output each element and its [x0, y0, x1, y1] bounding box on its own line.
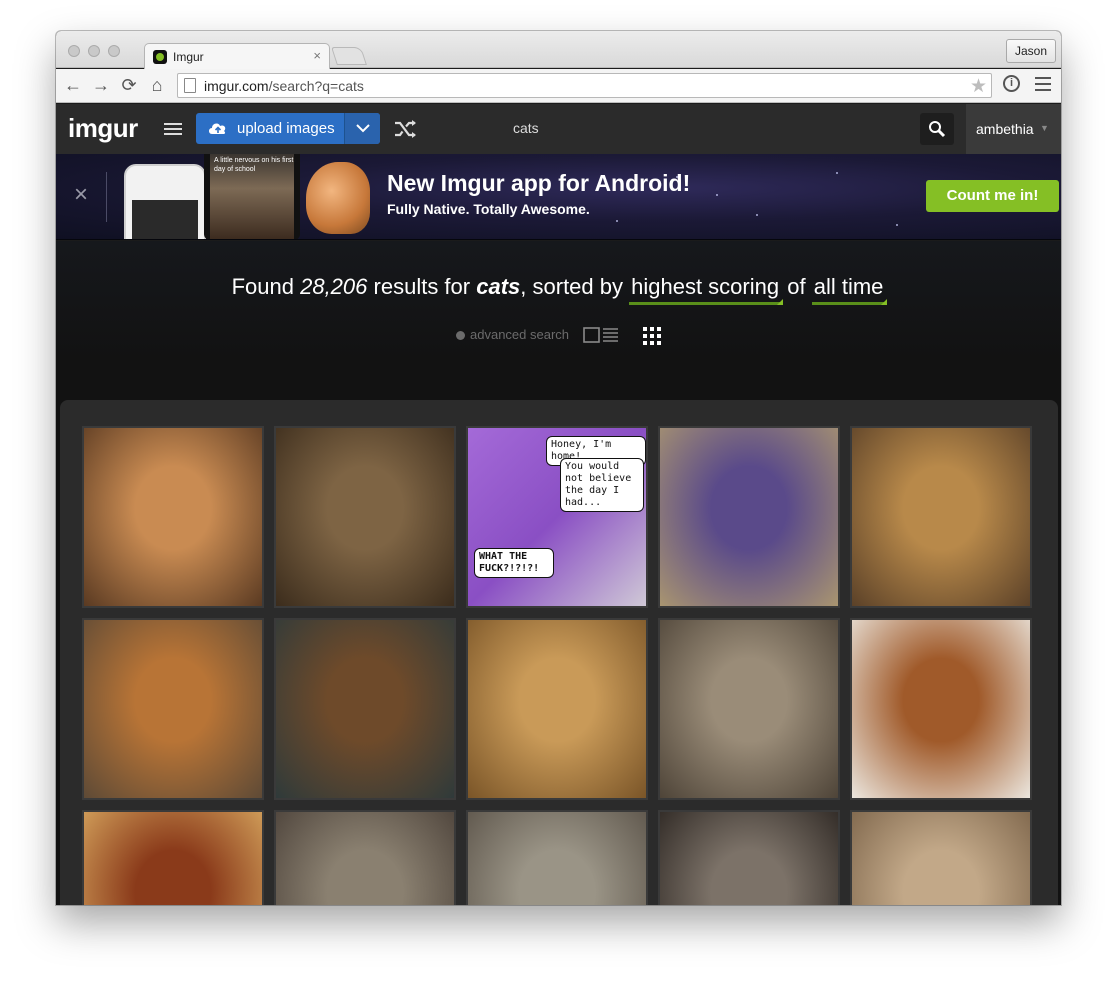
banner-subtitle: Fully Native. Totally Awesome.	[387, 201, 590, 217]
zoom-window-button[interactable]	[108, 45, 120, 57]
image-thumbnail[interactable]	[82, 618, 264, 800]
image-thumbnail[interactable]	[274, 426, 456, 608]
tab-title: Imgur	[173, 50, 204, 64]
thumbnail-image	[276, 428, 454, 606]
search-results: Found 28,206 results for cats, sorted by…	[56, 241, 1061, 905]
page-icon	[184, 78, 196, 93]
minimize-window-button[interactable]	[88, 45, 100, 57]
upload-dropdown-button[interactable]	[344, 113, 380, 144]
thumbnail-image	[276, 812, 454, 905]
comic-bubble: You would not believe the day I had...	[560, 458, 644, 512]
close-window-button[interactable]	[68, 45, 80, 57]
back-arrow-icon[interactable]: ←	[62, 74, 84, 96]
url-text[interactable]: imgur.com/search?q=cats	[204, 78, 364, 94]
image-thumbnail[interactable]	[658, 426, 840, 608]
imgur-header: imgur upload images cats ambethia ▼	[56, 104, 1061, 154]
profile-button[interactable]: Jason	[1005, 39, 1056, 63]
extension-icon[interactable]: i	[1003, 75, 1020, 92]
user-menu[interactable]: ambethia ▼	[966, 104, 1061, 154]
imgur-favicon-icon	[153, 50, 167, 64]
random-shuffle-icon[interactable]	[394, 119, 418, 139]
banner-divider	[106, 172, 107, 222]
caret-down-icon: ▼	[1040, 123, 1049, 133]
thumbnail-image	[852, 620, 1030, 798]
cat-image	[306, 162, 370, 234]
image-thumbnail[interactable]	[850, 810, 1032, 905]
forward-arrow-icon[interactable]: →	[90, 74, 112, 96]
image-thumbnail[interactable]	[82, 810, 264, 905]
cloud-upload-icon	[209, 123, 226, 134]
image-thumbnail[interactable]: Honey, I'm home! You would not believe th…	[466, 426, 648, 608]
username: ambethia	[976, 121, 1034, 137]
thumbnail-image	[852, 428, 1030, 606]
new-tab-button[interactable]	[331, 47, 367, 65]
hamburger-menu-icon[interactable]	[164, 123, 182, 138]
grid-view-icon[interactable]	[643, 327, 661, 345]
thumbnail-image	[852, 812, 1030, 905]
search-icon	[929, 121, 946, 138]
image-thumbnail[interactable]	[466, 618, 648, 800]
result-count: 28,206	[300, 274, 368, 299]
comic-bubble: WHAT THE FUCK?!?!?!	[474, 548, 554, 578]
phone-caption: A little nervous on his first day of sch…	[214, 157, 294, 173]
browser-menu-icon[interactable]	[1035, 77, 1051, 95]
phone-image-dog: A little nervous on his first day of sch…	[204, 154, 300, 239]
bookmark-star-icon[interactable]: ★	[970, 75, 987, 98]
image-thumbnail[interactable]	[658, 810, 840, 905]
thumbnail-image	[84, 812, 262, 905]
thumbnail-image	[660, 620, 838, 798]
image-thumbnail[interactable]	[274, 618, 456, 800]
browser-titlebar: Imgur × Jason	[56, 31, 1061, 69]
query-text: cats	[476, 274, 521, 299]
list-view-icon[interactable]	[583, 327, 619, 343]
image-thumbnail[interactable]	[466, 810, 648, 905]
address-bar[interactable]: imgur.com/search?q=cats ★	[177, 73, 992, 98]
search-button[interactable]	[920, 113, 954, 145]
image-thumbnail[interactable]	[850, 618, 1032, 800]
count-me-in-button[interactable]: Count me in!	[926, 180, 1059, 212]
thumbnail-image	[84, 428, 262, 606]
reload-icon[interactable]: ⟳	[118, 74, 140, 96]
thumbnail-image	[468, 620, 646, 798]
android-app-banner: × A little nervous on his first day of s…	[56, 154, 1061, 240]
search-input[interactable]: cats	[502, 104, 916, 154]
phone-image	[124, 164, 206, 239]
results-summary: Found 28,206 results for cats, sorted by…	[56, 274, 1061, 305]
thumbnail-image	[84, 620, 262, 798]
upload-label: upload images	[237, 120, 335, 137]
imgur-logo[interactable]: imgur	[68, 113, 138, 144]
thumbnail-image	[660, 812, 838, 905]
sort-dropdown[interactable]: highest scoring	[629, 274, 784, 305]
image-thumbnail[interactable]	[850, 426, 1032, 608]
toggle-dot-icon	[456, 331, 465, 340]
browser-window: Imgur × Jason ← → ⟳ ⌂ imgur.com/search?q…	[56, 31, 1061, 905]
advanced-search-link[interactable]: advanced search	[456, 327, 569, 342]
home-icon[interactable]: ⌂	[146, 74, 168, 96]
chevron-down-icon	[356, 124, 370, 133]
banner-close-icon[interactable]: ×	[74, 181, 88, 209]
thumbnail-image	[468, 812, 646, 905]
browser-tab[interactable]: Imgur ×	[144, 43, 330, 69]
image-thumbnail[interactable]	[658, 618, 840, 800]
upload-images-button[interactable]: upload images	[196, 113, 380, 144]
thumbnail-image	[276, 620, 454, 798]
thumbnail-image	[660, 428, 838, 606]
tab-close-icon[interactable]: ×	[313, 48, 321, 63]
banner-title: New Imgur app for Android!	[387, 170, 691, 196]
time-range-dropdown[interactable]: all time	[811, 274, 888, 305]
thumbnail-grid: Honey, I'm home! You would not believe th…	[60, 400, 1058, 905]
image-thumbnail[interactable]	[82, 426, 264, 608]
browser-toolbar: ← → ⟳ ⌂ imgur.com/search?q=cats ★ i	[56, 69, 1061, 103]
search-value: cats	[513, 120, 539, 136]
image-thumbnail[interactable]	[274, 810, 456, 905]
